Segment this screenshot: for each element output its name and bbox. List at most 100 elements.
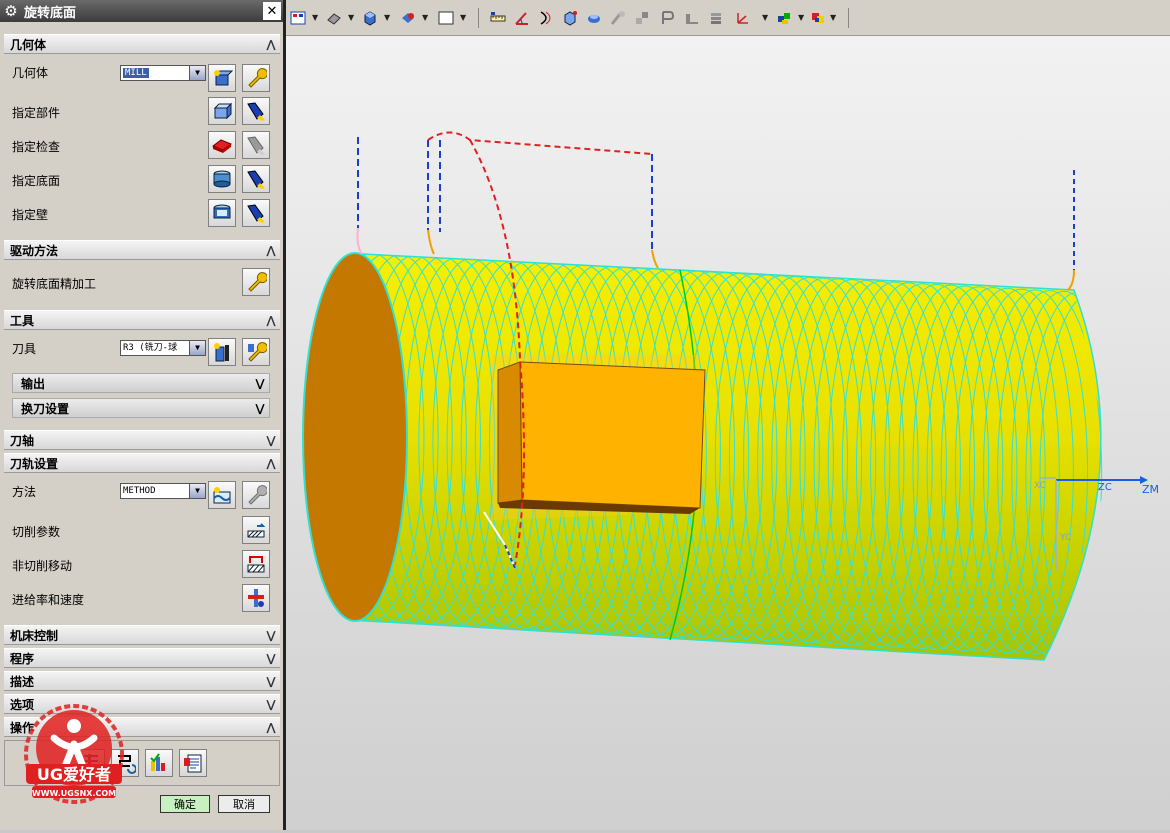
section-tool[interactable]: 工具 ⋀: [4, 310, 280, 330]
new-geometry-icon: [214, 70, 233, 86]
select-check-button[interactable]: [208, 131, 236, 159]
edit-tool-button[interactable]: [242, 338, 270, 366]
settings-tool-button[interactable]: [776, 10, 792, 26]
cut-params-button[interactable]: [242, 516, 270, 544]
chevron-up-icon[interactable]: ⋀: [262, 457, 280, 470]
measure-angle-button[interactable]: [514, 10, 530, 26]
ok-button[interactable]: 确定: [160, 795, 210, 813]
chevron-down-icon[interactable]: ▼: [189, 66, 205, 80]
edit-drive-button[interactable]: [242, 268, 270, 296]
cut-params-label: 切削参数: [12, 524, 61, 539]
shading-button[interactable]: [326, 10, 342, 26]
axis-label-xc: XC: [1034, 481, 1046, 491]
chevron-down-icon[interactable]: ⋁: [251, 402, 269, 415]
show-hide-button[interactable]: [610, 10, 626, 26]
section-description-title: 描述: [10, 674, 35, 689]
geometry-select[interactable]: MILL ▼: [120, 65, 206, 81]
part-nav-button[interactable]: [562, 10, 578, 26]
cancel-button[interactable]: 取消: [218, 795, 270, 813]
drive-method-label: 旋转底面精加工: [12, 276, 97, 291]
select-floor-button[interactable]: [208, 165, 236, 193]
close-icon[interactable]: ✕: [263, 2, 281, 20]
chevron-down-icon[interactable]: ⋁: [262, 652, 280, 665]
section-program-title: 程序: [10, 651, 35, 666]
chevron-down-icon[interactable]: ▼: [830, 13, 836, 22]
chevron-down-icon[interactable]: ⋁: [262, 434, 280, 447]
background-button[interactable]: [438, 10, 454, 26]
chevron-down-icon[interactable]: ▼: [348, 13, 354, 22]
flashlight-icon: [247, 204, 265, 223]
select-wall-button[interactable]: [208, 199, 236, 227]
chevron-up-icon[interactable]: ⋀: [262, 38, 280, 51]
show-floor-button[interactable]: [242, 165, 270, 193]
chevron-down-icon[interactable]: ⋁: [262, 629, 280, 642]
chevron-down-icon[interactable]: ▼: [189, 484, 205, 498]
tool-label: 刀具: [12, 341, 37, 356]
arc-tool-button[interactable]: [538, 10, 554, 26]
non-cut-button[interactable]: [242, 550, 270, 578]
chevron-down-icon[interactable]: ▼: [312, 13, 318, 22]
geometry-select-value: MILL: [123, 68, 149, 78]
chevron-down-icon[interactable]: ⋁: [262, 698, 280, 711]
section-geometry[interactable]: 几何体 ⋀: [4, 34, 280, 54]
subsection-toolchange[interactable]: 换刀设置 ⋁: [12, 398, 270, 418]
floor-face[interactable]: [302, 252, 408, 622]
section-drive[interactable]: 驱动方法 ⋀: [4, 240, 280, 260]
section-path-settings[interactable]: 刀轨设置 ⋀: [4, 453, 280, 473]
edit-geometry-button[interactable]: [242, 64, 270, 92]
section-program[interactable]: 程序 ⋁: [4, 648, 280, 668]
display-mode-button[interactable]: [400, 10, 416, 26]
layer-button[interactable]: [634, 10, 650, 26]
chevron-down-icon[interactable]: ▼: [798, 13, 804, 22]
view-orient-button[interactable]: [362, 10, 378, 26]
show-check-button[interactable]: [242, 131, 270, 159]
stack-button[interactable]: [708, 10, 724, 26]
chevron-down-icon[interactable]: ▼: [762, 13, 768, 22]
axis-label-zc: ZC: [1098, 482, 1112, 493]
select-part-button[interactable]: [208, 97, 236, 125]
cylinder-part[interactable]: [302, 252, 1144, 661]
chevron-up-icon[interactable]: ⋀: [262, 244, 280, 257]
cube-icon: [364, 11, 376, 26]
verify-button[interactable]: [145, 749, 173, 777]
section-axis[interactable]: 刀轴 ⋁: [4, 430, 280, 450]
measure-distance-button[interactable]: [490, 10, 506, 26]
chevron-down-icon[interactable]: ▼: [189, 341, 205, 355]
point-button[interactable]: [660, 10, 676, 26]
chevron-down-icon[interactable]: ▼: [384, 13, 390, 22]
chevron-up-icon[interactable]: ⋀: [262, 314, 280, 327]
chevron-up-icon[interactable]: ⋀: [262, 721, 280, 734]
color-button[interactable]: [810, 10, 826, 26]
graphics-viewport[interactable]: ZM ZC XC YC: [286, 36, 1170, 830]
new-tool-button[interactable]: [208, 338, 236, 366]
edit-method-button[interactable]: [242, 481, 270, 509]
show-hide-icon: [610, 11, 625, 25]
show-part-button[interactable]: [242, 97, 270, 125]
feeds-button[interactable]: [242, 584, 270, 612]
section-machine-control[interactable]: 机床控制 ⋁: [4, 625, 280, 645]
gear-icon[interactable]: ⚙: [2, 2, 20, 20]
chevron-down-icon[interactable]: ▼: [422, 13, 428, 22]
section-description[interactable]: 描述 ⋁: [4, 671, 280, 691]
method-select[interactable]: METHOD ▼: [120, 483, 206, 499]
check-label: 指定检查: [12, 139, 61, 154]
chevron-down-icon[interactable]: ▼: [460, 13, 466, 22]
flashlight-icon: [247, 170, 265, 189]
csys-button[interactable]: [734, 10, 750, 26]
assembly-button[interactable]: [586, 10, 602, 26]
subsection-output[interactable]: 输出 ⋁: [12, 373, 270, 393]
floor-icon: [213, 170, 231, 188]
layout-button[interactable]: [290, 10, 306, 26]
cut-params-row: 切削参数: [4, 516, 280, 546]
chevron-down-icon[interactable]: ⋁: [262, 675, 280, 688]
show-wall-button[interactable]: [242, 199, 270, 227]
wrench-icon: [248, 272, 267, 292]
method-select-value: METHOD: [123, 486, 156, 496]
tool-select[interactable]: R3 (铣刀-球 ▼: [120, 340, 206, 356]
layout-icon: [290, 11, 306, 25]
list-button[interactable]: [179, 749, 207, 777]
new-method-button[interactable]: [208, 481, 236, 509]
new-geometry-button[interactable]: [208, 64, 236, 92]
chevron-down-icon[interactable]: ⋁: [251, 377, 269, 390]
plane-button[interactable]: [684, 10, 700, 26]
